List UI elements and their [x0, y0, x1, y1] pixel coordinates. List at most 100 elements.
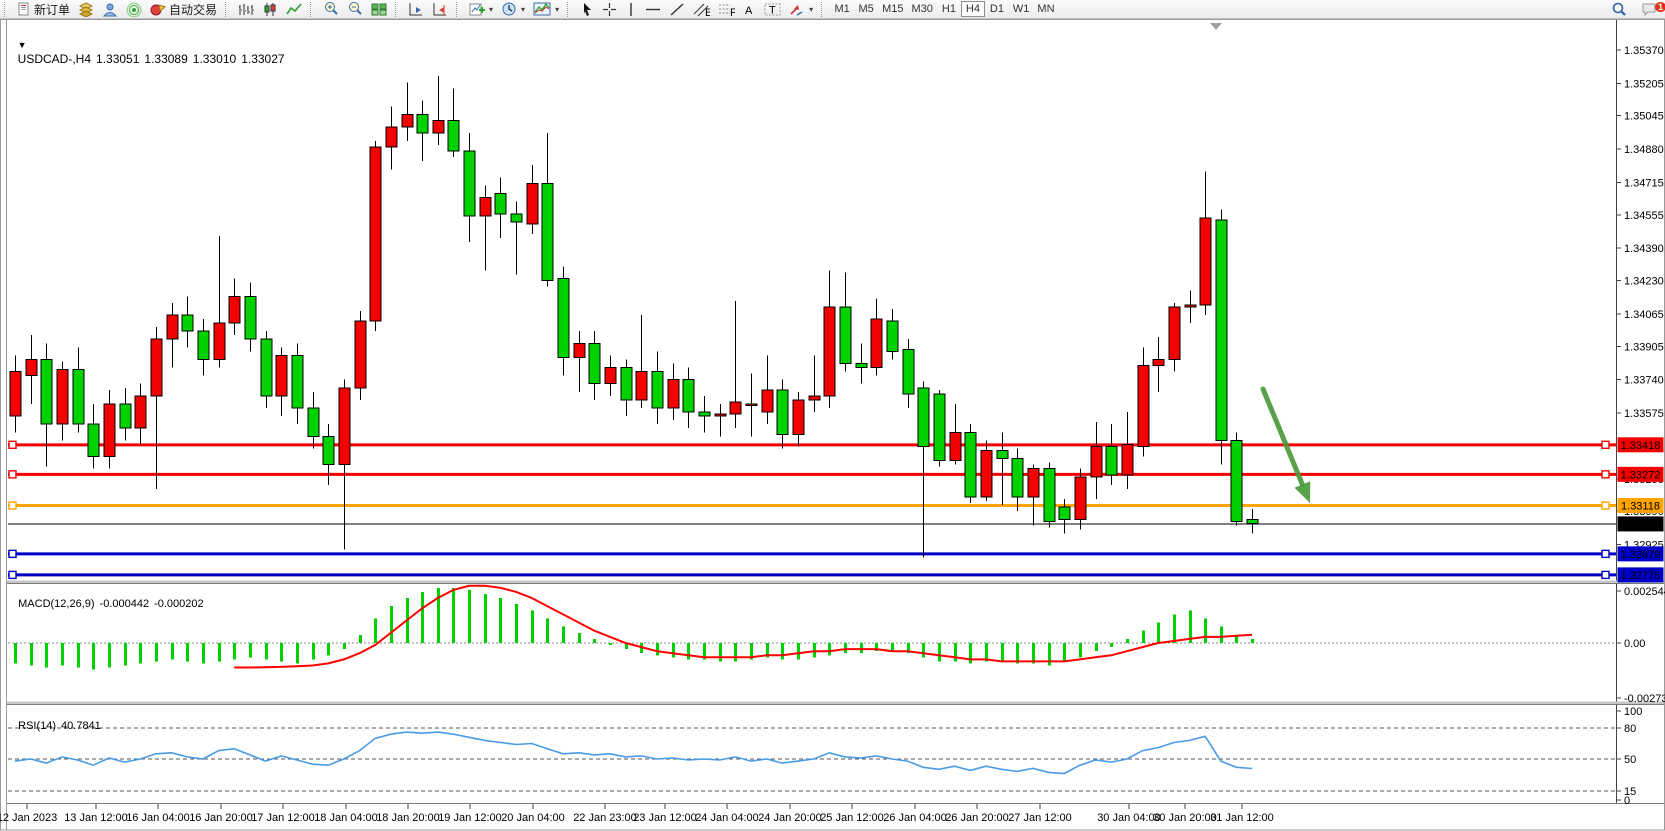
- price-tick-label: 1.34555: [1624, 210, 1664, 222]
- periods-button[interactable]: ▾: [497, 1, 529, 18]
- template-icon: [533, 2, 551, 16]
- candle-body: [1138, 366, 1149, 447]
- timeframe-h1-button[interactable]: H1: [937, 1, 961, 17]
- timeframe-w1-button[interactable]: W1: [1009, 1, 1034, 17]
- candle-body: [73, 370, 84, 425]
- toolbar-drag-handle[interactable]: [4, 2, 10, 17]
- text-label-tool-button[interactable]: T: [760, 1, 785, 18]
- candle-body: [41, 359, 52, 424]
- candle-body: [1200, 218, 1211, 305]
- price-tag-label: 1.33272: [1621, 469, 1661, 481]
- candle-body: [621, 368, 632, 400]
- toolbar-separator: [567, 2, 573, 17]
- equidistant-channel-tool-button[interactable]: E: [689, 1, 714, 18]
- ohlc-close: 1.33027: [241, 52, 284, 66]
- layers-icon: [78, 2, 94, 17]
- timeframe-d1-button[interactable]: D1: [985, 1, 1009, 17]
- vertical-line-tool-button[interactable]: [621, 1, 641, 18]
- hline-handle[interactable]: [1602, 502, 1609, 509]
- hline-handle[interactable]: [1602, 441, 1609, 448]
- time-tick-label: 19 Jan 12:00: [438, 812, 502, 824]
- tile-windows-button[interactable]: [367, 1, 391, 18]
- line-chart-button[interactable]: [282, 1, 306, 18]
- crosshair-icon: [602, 2, 617, 17]
- notifications-button[interactable]: 1: [1637, 1, 1661, 18]
- timeframe-m30-button[interactable]: M30: [908, 1, 937, 17]
- main-toolbar: 新订单 自动交易 ▾: [0, 0, 1665, 19]
- timeframe-m1-button[interactable]: M1: [830, 1, 854, 17]
- bar-chart-button[interactable]: [234, 1, 258, 18]
- zoom-out-button[interactable]: [343, 1, 367, 18]
- time-tick-label: 23 Jan 12:00: [633, 812, 697, 824]
- arrows-tool-button[interactable]: ▾: [785, 1, 817, 18]
- price-tick-label: 1.34880: [1624, 144, 1664, 156]
- candle-body: [1122, 444, 1133, 474]
- candle-body: [652, 372, 663, 408]
- candle-body: [292, 355, 303, 408]
- hline-handle[interactable]: [9, 550, 16, 557]
- dropdown-caret: ▾: [489, 5, 493, 14]
- candle-body: [245, 297, 256, 339]
- candle-body: [558, 279, 569, 358]
- timeframe-h4-button[interactable]: H4: [961, 1, 985, 17]
- candle-body: [527, 183, 538, 223]
- hline-handle[interactable]: [9, 571, 16, 578]
- signals-button[interactable]: [122, 1, 146, 18]
- toolbar-separator: [395, 2, 401, 17]
- candle-body: [511, 214, 522, 222]
- zoom-out-icon: [347, 1, 363, 17]
- fibonacci-tool-button[interactable]: F: [714, 1, 739, 18]
- timeframe-m15-button[interactable]: M15: [878, 1, 907, 17]
- candle-body: [198, 331, 209, 359]
- rsi-value: 40.7841: [61, 720, 101, 732]
- profile-button[interactable]: [98, 1, 122, 18]
- macd-axis-label: -0.002739: [1624, 693, 1665, 705]
- hline-handle[interactable]: [1602, 550, 1609, 557]
- candle-chart-button[interactable]: [258, 1, 282, 18]
- candle-body: [589, 343, 600, 383]
- toolbar-separator: [456, 2, 462, 17]
- candle-body: [1012, 459, 1023, 497]
- profile-icon: [102, 2, 118, 17]
- time-tick-label: 26 Jan 04:00: [883, 812, 947, 824]
- zoom-in-button[interactable]: [319, 1, 343, 18]
- auto-trading-button[interactable]: 自动交易: [146, 1, 221, 18]
- candle-body: [10, 372, 21, 417]
- horizontal-line-tool-button[interactable]: [641, 1, 665, 18]
- hline-handle[interactable]: [1602, 571, 1609, 578]
- signals-icon: [126, 2, 142, 17]
- candle-body: [1075, 477, 1086, 519]
- candle-body: [386, 127, 397, 147]
- price-tick-label: 1.33740: [1624, 375, 1664, 387]
- rsi-name: RSI(14): [18, 720, 56, 732]
- equidistant-channel-icon: E: [693, 2, 710, 17]
- candle-body: [1231, 440, 1242, 521]
- timeframe-m5-button[interactable]: M5: [854, 1, 878, 17]
- symbol-collapse-arrow[interactable]: ▼: [18, 40, 27, 50]
- hline-handle[interactable]: [9, 502, 16, 509]
- hline-handle[interactable]: [9, 471, 16, 478]
- candle-body: [730, 402, 741, 414]
- text-tool-button[interactable]: A: [739, 1, 760, 18]
- time-tick-label: 22 Jan 23:00: [573, 812, 637, 824]
- time-tick-label: 18 Jan 04:00: [314, 812, 378, 824]
- indicators-button[interactable]: ▾: [465, 1, 497, 18]
- trendline-tool-button[interactable]: [665, 1, 689, 18]
- search-button[interactable]: [1607, 1, 1631, 18]
- candle-body: [1091, 446, 1102, 476]
- candle-body: [636, 372, 647, 400]
- hline-handle[interactable]: [9, 441, 16, 448]
- rsi-axis-label: 80: [1624, 723, 1636, 735]
- crosshair-tool-button[interactable]: [598, 1, 621, 18]
- new-order-button[interactable]: 新订单: [13, 1, 74, 18]
- cursor-tool-button[interactable]: [576, 1, 598, 18]
- price-tick-label: 1.35045: [1624, 111, 1664, 123]
- timeframe-mn-button[interactable]: MN: [1033, 1, 1058, 17]
- candle-body: [574, 343, 585, 357]
- auto-scroll-button[interactable]: [428, 1, 452, 18]
- hline-handle[interactable]: [1602, 471, 1609, 478]
- templates-button[interactable]: ▾: [529, 1, 563, 18]
- line-chart-icon: [286, 2, 302, 17]
- layers-button[interactable]: [74, 1, 98, 18]
- chart-shift-button[interactable]: [404, 1, 428, 18]
